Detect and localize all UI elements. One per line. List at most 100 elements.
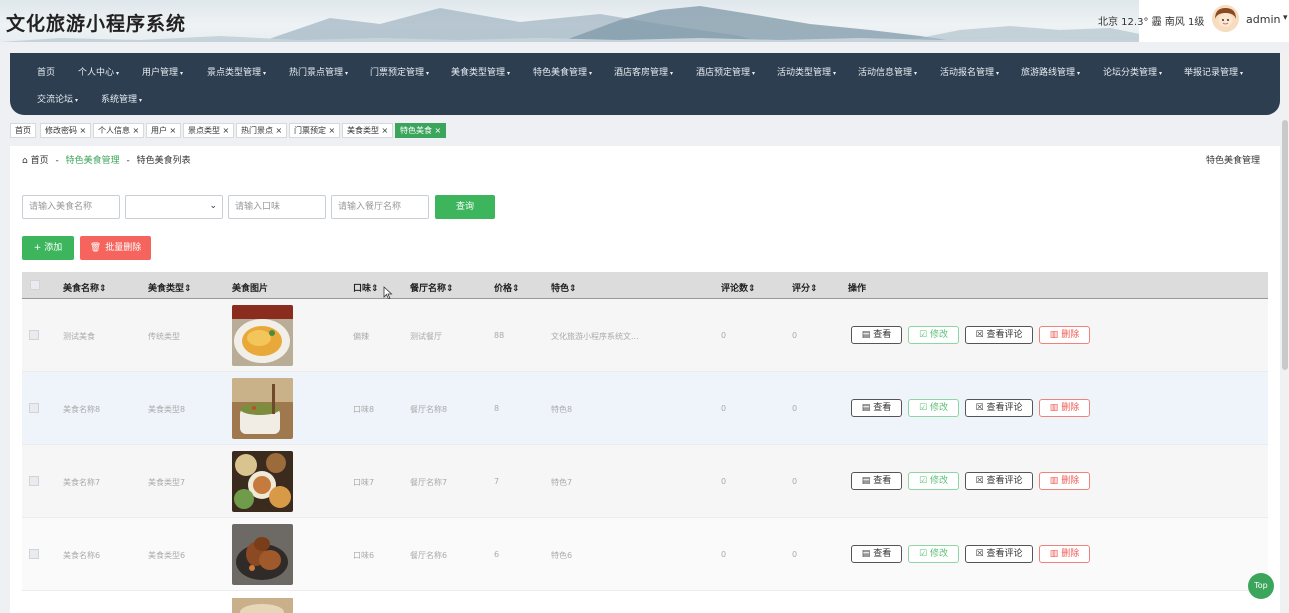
breadcrumb-home[interactable]: 首页 — [31, 156, 49, 166]
sort-icon: ⇕ — [184, 284, 192, 294]
add-button[interactable]: + 添加 — [22, 236, 74, 260]
taste-search-input[interactable]: 请输入口味 — [228, 195, 326, 219]
column-header-price[interactable]: 价格⇕ — [494, 281, 520, 294]
edit-label: 修改 — [929, 403, 948, 413]
nav-item-activity-signup[interactable]: 活动报名管理 ▾ — [940, 65, 999, 78]
user-avatar[interactable] — [1212, 5, 1239, 32]
nav-item-hotel-booking[interactable]: 酒店预定管理 ▾ — [696, 65, 755, 78]
view-button[interactable]: ▤ 查看 — [851, 326, 902, 344]
delete-button[interactable]: ▥ 删除 — [1039, 326, 1090, 344]
nav-item-profile[interactable]: 个人中心 ▾ — [78, 65, 119, 78]
username-label[interactable]: admin — [1246, 13, 1280, 26]
column-header-restaurant[interactable]: 餐厅名称⇕ — [410, 281, 454, 294]
batch-delete-button[interactable]: 🗑 批量删除 — [80, 236, 151, 260]
delete-button[interactable]: ▥ 删除 — [1039, 472, 1090, 490]
view-comments-label: 查看评论 — [986, 403, 1023, 413]
nav-label: 门票预定管理 — [370, 68, 425, 78]
column-header-food-name[interactable]: 美食名称⇕ — [63, 281, 107, 294]
delete-label: 删除 — [1061, 330, 1080, 340]
column-header-score[interactable]: 评分⇕ — [792, 281, 818, 294]
edit-button[interactable]: ☑ 修改 — [908, 472, 959, 490]
back-to-top-button[interactable]: Top — [1248, 573, 1274, 599]
tab-change-password[interactable]: 修改密码 × — [40, 123, 92, 138]
cell-comment-count: 0 — [721, 331, 727, 340]
food-image — [232, 305, 293, 366]
sort-icon: ⇕ — [371, 284, 379, 294]
sort-icon: ⇕ — [810, 284, 818, 294]
tab-special-food[interactable]: 特色美食 × — [395, 123, 447, 138]
delete-button[interactable]: ▥ 删除 — [1039, 399, 1090, 417]
nav-item-system[interactable]: 系统管理 ▾ — [101, 92, 142, 105]
nav-item-tickets[interactable]: 门票预定管理 ▾ — [370, 65, 429, 78]
column-header-comment-count[interactable]: 评论数⇕ — [721, 281, 756, 294]
nav-item-forum[interactable]: 交流论坛 ▾ — [37, 92, 78, 105]
view-button[interactable]: ▤ 查看 — [851, 472, 902, 490]
nav-label: 活动报名管理 — [940, 68, 995, 78]
nav-item-forum-categories[interactable]: 论坛分类管理 ▾ — [1103, 65, 1162, 78]
row-checkbox[interactable] — [29, 403, 39, 413]
nav-item-hotel-rooms[interactable]: 酒店客房管理 ▾ — [614, 65, 673, 78]
nav-item-hot-scenic[interactable]: 热门景点管理 ▾ — [289, 65, 348, 78]
nav-item-activity-info[interactable]: 活动信息管理 ▾ — [858, 65, 917, 78]
nav-item-reports[interactable]: 举报记录管理 ▾ — [1184, 65, 1243, 78]
delete-label: 删除 — [1061, 549, 1080, 559]
tab-tickets[interactable]: 门票预定 × — [289, 123, 341, 138]
comment-icon: ☒ — [975, 403, 984, 413]
chevron-down-icon: ⌄ — [209, 201, 217, 211]
cell-taste: 口味8 — [353, 405, 375, 414]
query-button[interactable]: 查询 — [435, 195, 495, 219]
chevron-down-icon: ▾ — [345, 70, 349, 77]
tab-personal-info[interactable]: 个人信息 × — [93, 123, 145, 138]
nav-item-activity-types[interactable]: 活动类型管理 ▾ — [777, 65, 836, 78]
document-icon: ▤ — [861, 330, 871, 340]
cell-score: 0 — [792, 550, 798, 559]
row-checkbox[interactable] — [29, 330, 39, 340]
nav-item-home[interactable]: 首页 — [37, 65, 55, 78]
edit-button[interactable]: ☑ 修改 — [908, 545, 959, 563]
nav-label: 特色美食管理 — [533, 68, 588, 78]
view-comments-button[interactable]: ☒ 查看评论 — [965, 545, 1033, 563]
tab-users[interactable]: 用户 × — [146, 123, 182, 138]
trash-icon: 🗑 — [89, 243, 102, 253]
cell-feature: 文化旅游小程序系统文... — [551, 332, 639, 341]
chevron-down-icon: ▾ — [75, 97, 79, 104]
user-menu-caret-icon[interactable]: ▾ — [1283, 13, 1288, 23]
breadcrumb-section[interactable]: 特色美食管理 — [66, 156, 120, 166]
table-row: 美食名称6 美食类型6 口味6 餐厅名称6 6 特色6 0 0 ▤ 查看 ☑ 修… — [22, 518, 1268, 591]
tab-food-types[interactable]: 美食类型 × — [342, 123, 394, 138]
scrollbar-thumb[interactable] — [1282, 120, 1288, 370]
tab-home[interactable]: 首页 — [10, 123, 36, 138]
delete-button[interactable]: ▥ 删除 — [1039, 545, 1090, 563]
nav-item-special-food[interactable]: 特色美食管理 ▾ — [533, 65, 592, 78]
nav-item-users[interactable]: 用户管理 ▾ — [142, 65, 183, 78]
row-checkbox[interactable] — [29, 476, 39, 486]
view-comments-button[interactable]: ☒ 查看评论 — [965, 326, 1033, 344]
nav-item-scenic-types[interactable]: 景点类型管理 ▾ — [207, 65, 266, 78]
food-type-select[interactable]: ⌄ — [125, 195, 223, 219]
column-header-feature[interactable]: 特色⇕ — [551, 281, 577, 294]
nav-item-routes[interactable]: 旅游路线管理 ▾ — [1021, 65, 1080, 78]
cell-food-name: 美食名称7 — [63, 478, 101, 487]
edit-button[interactable]: ☑ 修改 — [908, 326, 959, 344]
view-button[interactable]: ▤ 查看 — [851, 545, 902, 563]
cell-food-type: 美食类型7 — [148, 478, 186, 487]
chevron-down-icon: ▾ — [670, 70, 674, 77]
view-button[interactable]: ▤ 查看 — [851, 399, 902, 417]
column-header-taste[interactable]: 口味⇕ — [353, 281, 379, 294]
edit-icon: ☑ — [919, 476, 928, 486]
select-all-checkbox[interactable] — [30, 280, 40, 290]
comment-icon: ☒ — [975, 330, 984, 340]
tab-scenic-types[interactable]: 景点类型 × — [183, 123, 235, 138]
view-comments-button[interactable]: ☒ 查看评论 — [965, 399, 1033, 417]
tab-hot-scenic[interactable]: 热门景点 × — [236, 123, 288, 138]
food-name-search-input[interactable]: 请输入美食名称 — [22, 195, 120, 219]
column-header-food-type[interactable]: 美食类型⇕ — [148, 281, 192, 294]
restaurant-search-input[interactable]: 请输入餐厅名称 — [331, 195, 429, 219]
nav-label: 交流论坛 — [37, 95, 74, 105]
chevron-down-icon: ▾ — [996, 70, 1000, 77]
view-comments-button[interactable]: ☒ 查看评论 — [965, 472, 1033, 490]
cell-feature: 特色6 — [551, 551, 573, 560]
row-checkbox[interactable] — [29, 549, 39, 559]
edit-button[interactable]: ☑ 修改 — [908, 399, 959, 417]
nav-item-food-types[interactable]: 美食类型管理 ▾ — [451, 65, 510, 78]
